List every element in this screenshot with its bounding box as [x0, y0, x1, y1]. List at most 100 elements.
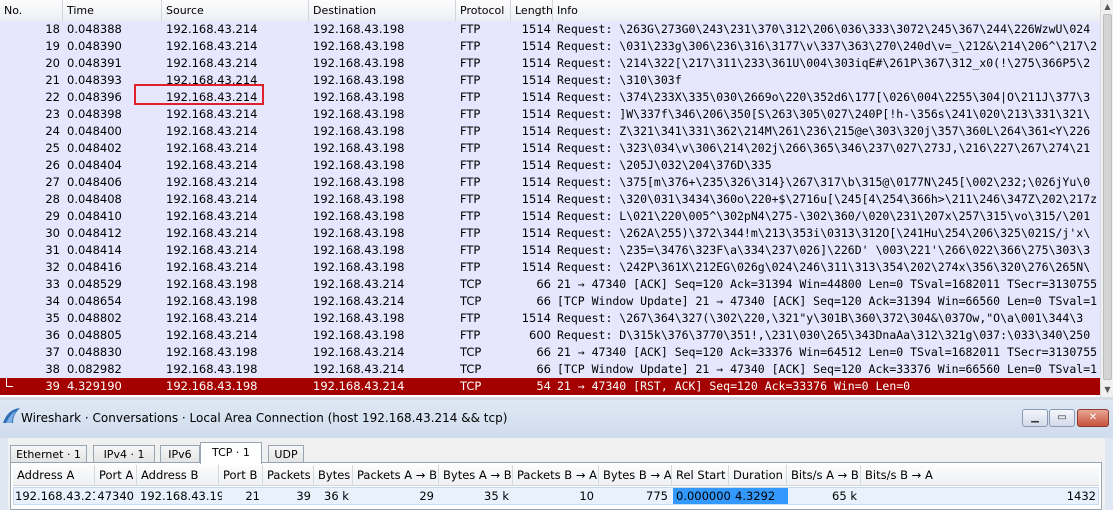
- packet-row[interactable]: 30 0.048412 192.168.43.214 192.168.43.198 FT…: [0, 225, 1100, 242]
- col-header-time[interactable]: Time: [63, 0, 162, 21]
- packet-cell-protocol: FTP: [460, 328, 481, 342]
- packet-row[interactable]: 32 0.048416 192.168.43.214 192.168.43.198 FT…: [0, 259, 1100, 276]
- packet-row[interactable]: 33 0.048529 192.168.43.198 192.168.43.214 TC…: [0, 276, 1100, 293]
- packet-cell-info: Request: \323\034\v\306\214\202j\266\365…: [557, 141, 1091, 155]
- packet-cell-source: 192.168.43.214: [166, 226, 258, 240]
- scroll-up-icon[interactable]: ▲: [1101, 0, 1113, 13]
- col-header-rel-start[interactable]: Rel Start: [672, 465, 729, 485]
- scroll-down-icon[interactable]: ▼: [1101, 383, 1113, 396]
- packet-row[interactable]: 38 0.082982 192.168.43.198 192.168.43.214 TC…: [0, 361, 1100, 378]
- packet-cell-protocol: FTP: [460, 192, 481, 206]
- packet-cell-destination: 192.168.43.198: [313, 124, 405, 138]
- packet-cell-destination: 192.168.43.198: [313, 260, 405, 274]
- col-header-port-b[interactable]: Port B: [219, 465, 263, 485]
- col-header-protocol[interactable]: Protocol: [456, 0, 511, 21]
- packet-cell-time: 0.048654: [67, 294, 122, 308]
- packet-cell-length: 1514: [521, 311, 551, 325]
- packet-cell-time: 0.048408: [67, 192, 122, 206]
- scrollbar-thumb[interactable]: [1103, 14, 1112, 380]
- maximize-icon[interactable]: ▭: [1049, 409, 1075, 427]
- packet-cell-info: [TCP Window Update] 21 → 47340 [ACK] Seq…: [557, 362, 1098, 376]
- packet-cell-destination: 192.168.43.198: [313, 90, 405, 104]
- packet-cell-destination: 192.168.43.198: [313, 328, 405, 342]
- packet-cell-destination: 192.168.43.214: [313, 277, 405, 291]
- col-header-bits-b-a[interactable]: Bits/s B → A: [861, 465, 1099, 485]
- packet-row[interactable]: 31 0.048414 192.168.43.214 192.168.43.198 FT…: [0, 242, 1100, 259]
- col-header-packets[interactable]: Packets: [263, 465, 314, 485]
- close-icon[interactable]: ✕: [1077, 409, 1109, 427]
- col-header-bytes-a-b[interactable]: Bytes A → B: [439, 465, 513, 485]
- packet-cell-destination: 192.168.43.198: [313, 243, 405, 257]
- col-header-duration[interactable]: Duration: [729, 465, 787, 485]
- col-header-source[interactable]: Source: [162, 0, 309, 21]
- packet-row[interactable]: 28 0.048408 192.168.43.214 192.168.43.198 FT…: [0, 191, 1100, 208]
- col-header-no[interactable]: No.: [0, 0, 63, 21]
- col-header-packets-a-b[interactable]: Packets A → B: [353, 465, 439, 485]
- packet-cell-no: 35: [45, 311, 60, 325]
- packet-row[interactable]: 39 4.329190 192.168.43.198 192.168.43.214 TC…: [0, 378, 1100, 395]
- packet-list-header: No. Time Source Destination Protocol Len…: [0, 0, 1100, 22]
- packet-row[interactable]: 25 0.048402 192.168.43.214 192.168.43.198 FT…: [0, 140, 1100, 157]
- col-header-address-b[interactable]: Address B: [137, 465, 219, 485]
- cell-bits-b-a: 1432: [1066, 489, 1096, 503]
- col-header-bytes[interactable]: Bytes: [314, 465, 353, 485]
- packet-cell-source: 192.168.43.214: [166, 243, 258, 257]
- tab-ethernet[interactable]: Ethernet · 1: [10, 445, 87, 463]
- col-header-packets-b-a[interactable]: Packets B → A: [513, 465, 599, 485]
- packet-cell-source: 192.168.43.198: [166, 294, 258, 308]
- packet-cell-time: 0.048398: [67, 107, 122, 121]
- packet-cell-no: 36: [45, 328, 60, 342]
- col-header-length[interactable]: Length: [511, 0, 553, 21]
- tab-tcp[interactable]: TCP · 1: [200, 442, 262, 464]
- col-header-bytes-b-a[interactable]: Bytes B → A: [599, 465, 672, 485]
- packet-cell-length: 1514: [521, 260, 551, 274]
- packet-cell-protocol: FTP: [460, 107, 481, 121]
- packet-cell-length: 66: [536, 294, 551, 308]
- vertical-scrollbar[interactable]: ▲ ▼: [1100, 0, 1113, 397]
- col-header-bits-a-b[interactable]: Bits/s A → B: [787, 465, 861, 485]
- packet-row[interactable]: 18 0.048388 192.168.43.214 192.168.43.198 FT…: [0, 21, 1100, 38]
- packet-row[interactable]: 34 0.048654 192.168.43.198 192.168.43.214 TC…: [0, 293, 1100, 310]
- packet-cell-time: 0.048529: [67, 277, 122, 291]
- packet-cell-source: 192.168.43.214: [166, 192, 258, 206]
- packet-row[interactable]: 37 0.048830 192.168.43.198 192.168.43.214 TC…: [0, 344, 1100, 361]
- packet-cell-length: 1514: [521, 22, 551, 36]
- packet-cell-no: 32: [45, 260, 60, 274]
- tab-ipv6[interactable]: IPv6: [160, 445, 200, 463]
- packet-cell-no: 34: [45, 294, 60, 308]
- packet-cell-time: 0.048400: [67, 124, 122, 138]
- col-header-info[interactable]: Info: [553, 0, 1100, 21]
- tab-udp[interactable]: UDP: [268, 445, 304, 463]
- packet-cell-protocol: FTP: [460, 209, 481, 223]
- packet-row[interactable]: 24 0.048400 192.168.43.214 192.168.43.198 FT…: [0, 123, 1100, 140]
- packet-list[interactable]: No. Time Source Destination Protocol Len…: [0, 0, 1113, 397]
- tab-ipv4[interactable]: IPv4 · 1: [93, 445, 155, 463]
- col-header-destination[interactable]: Destination: [309, 0, 456, 21]
- window-titlebar[interactable]: Wireshark · Conversations · Local Area C…: [0, 400, 1113, 438]
- packet-row[interactable]: 23 0.048398 192.168.43.214 192.168.43.198 FT…: [0, 106, 1100, 123]
- packet-cell-time: 0.048388: [67, 22, 122, 36]
- minimize-icon[interactable]: ▁: [1022, 409, 1048, 427]
- packet-row[interactable]: 29 0.048410 192.168.43.214 192.168.43.198 FT…: [0, 208, 1100, 225]
- packet-cell-length: 1514: [521, 90, 551, 104]
- packet-row[interactable]: 36 0.048805 192.168.43.214 192.168.43.198 FT…: [0, 327, 1100, 344]
- cell-bits-a-b: 65 k: [832, 489, 857, 503]
- packet-cell-protocol: FTP: [460, 226, 481, 240]
- packet-cell-time: 0.048805: [67, 328, 122, 342]
- packet-row[interactable]: 20 0.048391 192.168.43.214 192.168.43.198 FT…: [0, 55, 1100, 72]
- packet-row[interactable]: 27 0.048406 192.168.43.214 192.168.43.198 FT…: [0, 174, 1100, 191]
- col-header-port-a[interactable]: Port A: [95, 465, 137, 485]
- packet-cell-info: 21 → 47340 [RST, ACK] Seq=120 Ack=33376 …: [557, 379, 911, 393]
- packet-cell-length: 1514: [521, 73, 551, 87]
- packet-row[interactable]: 19 0.048390 192.168.43.214 192.168.43.198 FT…: [0, 38, 1100, 55]
- packet-cell-length: 1514: [521, 107, 551, 121]
- packet-cell-source: 192.168.43.198: [166, 362, 258, 376]
- packet-cell-no: 25: [45, 141, 60, 155]
- packet-cell-source: 192.168.43.214: [166, 158, 258, 172]
- packet-row[interactable]: 26 0.048404 192.168.43.214 192.168.43.198 FT…: [0, 157, 1100, 174]
- packet-row[interactable]: 35 0.048802 192.168.43.214 192.168.43.198 FT…: [0, 310, 1100, 327]
- col-header-address-a[interactable]: Address A: [13, 465, 95, 485]
- packet-cell-protocol: FTP: [460, 311, 481, 325]
- wireshark-fin-icon: [3, 408, 20, 423]
- table-row[interactable]: 192.168.43.214 47340 192.168.43.198 21 3…: [13, 487, 1099, 505]
